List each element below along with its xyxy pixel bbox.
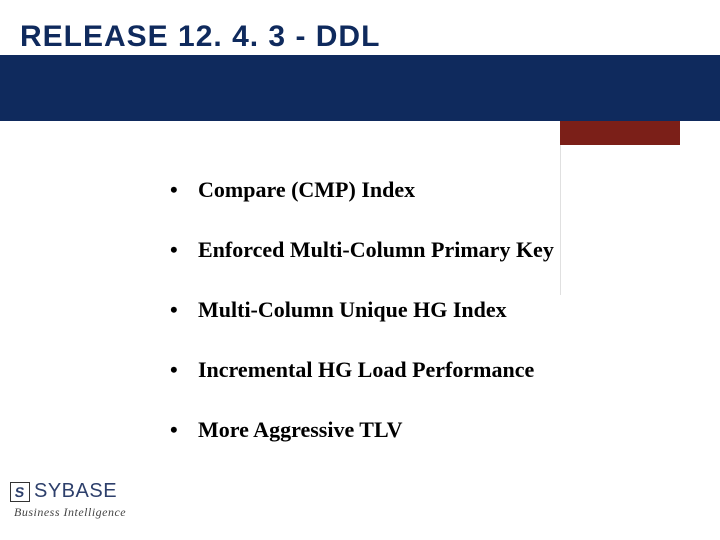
logo-mark-letter: S <box>14 485 25 499</box>
footer-subline: Business Intelligence <box>14 505 180 520</box>
right-column-navy-segment <box>560 55 680 121</box>
slide-title: RELEASE 12. 4. 3 - DDL <box>20 20 380 54</box>
slide: RELEASE 12. 4. 3 - DDL Compare (CMP) Ind… <box>0 0 720 540</box>
footer-brand-row: S SYBASE <box>10 480 180 503</box>
logo-mark-icon: S <box>10 482 30 502</box>
footer-brand-text: SYBASE <box>34 480 117 503</box>
bullet-list: Compare (CMP) Index Enforced Multi-Colum… <box>130 177 590 477</box>
bullet-item: Enforced Multi-Column Primary Key <box>170 237 590 263</box>
footer-logo: S SYBASE Business Intelligence <box>10 480 180 520</box>
bullet-item: Multi-Column Unique HG Index <box>170 297 590 323</box>
bullet-item: Compare (CMP) Index <box>170 177 590 203</box>
right-column-brown-segment <box>560 121 680 145</box>
bullet-item: More Aggressive TLV <box>170 417 590 443</box>
bullet-item: Incremental HG Load Performance <box>170 357 590 383</box>
